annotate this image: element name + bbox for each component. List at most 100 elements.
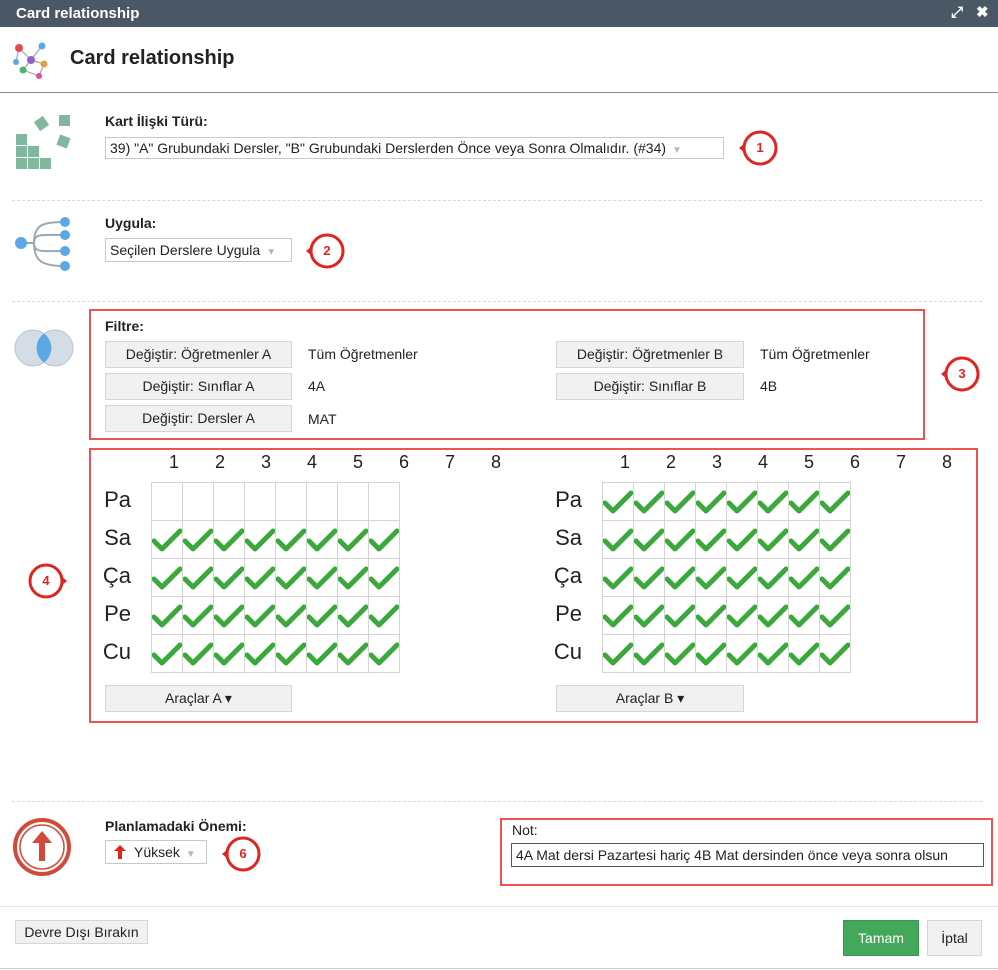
- checkmark-icon: [338, 566, 368, 589]
- tools-b-button[interactable]: Araçlar B ▾: [556, 685, 744, 712]
- grid-cell-checked[interactable]: [664, 596, 696, 635]
- grid-cell-checked[interactable]: [695, 482, 727, 521]
- grid-cell-checked[interactable]: [664, 482, 696, 521]
- grid-cell-checked[interactable]: [664, 634, 696, 673]
- grid-cell-checked[interactable]: [337, 520, 369, 559]
- grid-cell-checked[interactable]: [726, 634, 758, 673]
- grid-cell-checked[interactable]: [633, 596, 665, 635]
- grid-cell-checked[interactable]: [602, 482, 634, 521]
- grid-cell-checked[interactable]: [306, 634, 338, 673]
- grid-cell-checked[interactable]: [244, 596, 276, 635]
- grid-cell-checked[interactable]: [633, 482, 665, 521]
- grid-cell-checked[interactable]: [602, 596, 634, 635]
- grid-cell-checked[interactable]: [757, 482, 789, 521]
- grid-cell-checked[interactable]: [182, 558, 214, 597]
- grid-cell-checked[interactable]: [695, 520, 727, 559]
- grid-cell-checked[interactable]: [182, 520, 214, 559]
- grid-cell-checked[interactable]: [151, 596, 183, 635]
- grid-cell-checked[interactable]: [151, 558, 183, 597]
- grid-cell-checked[interactable]: [151, 520, 183, 559]
- grid-cell-checked[interactable]: [664, 558, 696, 597]
- grid-cell-empty[interactable]: [368, 482, 400, 521]
- grid-cell-checked[interactable]: [695, 596, 727, 635]
- expand-icon[interactable]: ⤢: [951, 3, 963, 23]
- grid-cell-checked[interactable]: [244, 634, 276, 673]
- grid-cell-checked[interactable]: [726, 482, 758, 521]
- grid-cell-checked[interactable]: [788, 482, 820, 521]
- grid-cell-empty[interactable]: [182, 482, 214, 521]
- grid-cell-checked[interactable]: [306, 558, 338, 597]
- grid-cell-checked[interactable]: [602, 634, 634, 673]
- grid-cell-checked[interactable]: [151, 634, 183, 673]
- grid-cell-checked[interactable]: [757, 558, 789, 597]
- grid-cell-checked[interactable]: [819, 520, 851, 559]
- grid-cell-checked[interactable]: [819, 596, 851, 635]
- grid-cell-checked[interactable]: [819, 482, 851, 521]
- importance-value: Yüksek: [134, 844, 180, 860]
- grid-cell-checked[interactable]: [275, 558, 307, 597]
- grid-cell-empty[interactable]: [337, 482, 369, 521]
- grid-cell-empty[interactable]: [244, 482, 276, 521]
- grid-cell-checked[interactable]: [726, 520, 758, 559]
- grid-cell-checked[interactable]: [819, 558, 851, 597]
- grid-cell-checked[interactable]: [788, 558, 820, 597]
- cancel-button[interactable]: İptal: [927, 920, 982, 956]
- grid-cell-checked[interactable]: [602, 520, 634, 559]
- grid-cell-checked[interactable]: [788, 634, 820, 673]
- change-teachers-a-button[interactable]: Değiştir: Öğretmenler A: [105, 341, 292, 368]
- grid-cell-checked[interactable]: [306, 596, 338, 635]
- tools-a-button[interactable]: Araçlar A ▾: [105, 685, 292, 712]
- grid-cell-checked[interactable]: [337, 558, 369, 597]
- relationship-type-select[interactable]: 39) "A" Grubundaki Dersler, "B" Grubunda…: [105, 137, 724, 159]
- apply-select[interactable]: Seçilen Derslere Uygula ▼: [105, 238, 292, 262]
- grid-cell-checked[interactable]: [788, 596, 820, 635]
- grid-cell-empty[interactable]: [306, 482, 338, 521]
- grid-cell-checked[interactable]: [726, 558, 758, 597]
- grid-cell-checked[interactable]: [368, 634, 400, 673]
- ok-button[interactable]: Tamam: [843, 920, 919, 956]
- grid-cell-checked[interactable]: [664, 520, 696, 559]
- change-subjects-a-button[interactable]: Değiştir: Dersler A: [105, 405, 292, 432]
- grid-cell-checked[interactable]: [633, 558, 665, 597]
- grid-cell-checked[interactable]: [368, 596, 400, 635]
- grid-cell-checked[interactable]: [368, 520, 400, 559]
- grid-cell-checked[interactable]: [695, 558, 727, 597]
- grid-cell-checked[interactable]: [275, 596, 307, 635]
- change-teachers-b-button[interactable]: Değiştir: Öğretmenler B: [556, 341, 744, 368]
- grid-cell-checked[interactable]: [757, 634, 789, 673]
- grid-cell-checked[interactable]: [633, 520, 665, 559]
- grid-cell-checked[interactable]: [602, 558, 634, 597]
- grid-cell-checked[interactable]: [368, 558, 400, 597]
- grid-cell-checked[interactable]: [275, 634, 307, 673]
- change-classes-a-button[interactable]: Değiştir: Sınıflar A: [105, 373, 292, 400]
- grid-cell-checked[interactable]: [726, 596, 758, 635]
- importance-select[interactable]: Yüksek ▼: [105, 840, 207, 864]
- grid-cell-checked[interactable]: [337, 596, 369, 635]
- grid-cell-checked[interactable]: [788, 520, 820, 559]
- grid-cell-empty[interactable]: [151, 482, 183, 521]
- grid-cell-checked[interactable]: [337, 634, 369, 673]
- grid-cell-checked[interactable]: [182, 634, 214, 673]
- grid-cell-checked[interactable]: [819, 634, 851, 673]
- disable-button[interactable]: Devre Dışı Bırakın: [15, 920, 148, 944]
- grid-cell-checked[interactable]: [757, 520, 789, 559]
- grid-cell-checked[interactable]: [182, 596, 214, 635]
- grid-cell-checked[interactable]: [213, 634, 245, 673]
- checkmark-icon: [789, 566, 819, 589]
- grid-cell-checked[interactable]: [213, 558, 245, 597]
- grid-cell-checked[interactable]: [275, 520, 307, 559]
- grid-cell-checked[interactable]: [306, 520, 338, 559]
- close-icon[interactable]: ✖: [976, 3, 989, 23]
- grid-cell-checked[interactable]: [695, 634, 727, 673]
- grid-cell-checked[interactable]: [213, 520, 245, 559]
- note-input[interactable]: 4A Mat dersi Pazartesi hariç 4B Mat ders…: [511, 843, 984, 867]
- checkmark-icon: [758, 528, 788, 551]
- grid-cell-checked[interactable]: [633, 634, 665, 673]
- grid-cell-empty[interactable]: [213, 482, 245, 521]
- grid-cell-checked[interactable]: [244, 520, 276, 559]
- change-classes-b-button[interactable]: Değiştir: Sınıflar B: [556, 373, 744, 400]
- grid-cell-checked[interactable]: [244, 558, 276, 597]
- grid-cell-empty[interactable]: [275, 482, 307, 521]
- grid-cell-checked[interactable]: [213, 596, 245, 635]
- grid-cell-checked[interactable]: [757, 596, 789, 635]
